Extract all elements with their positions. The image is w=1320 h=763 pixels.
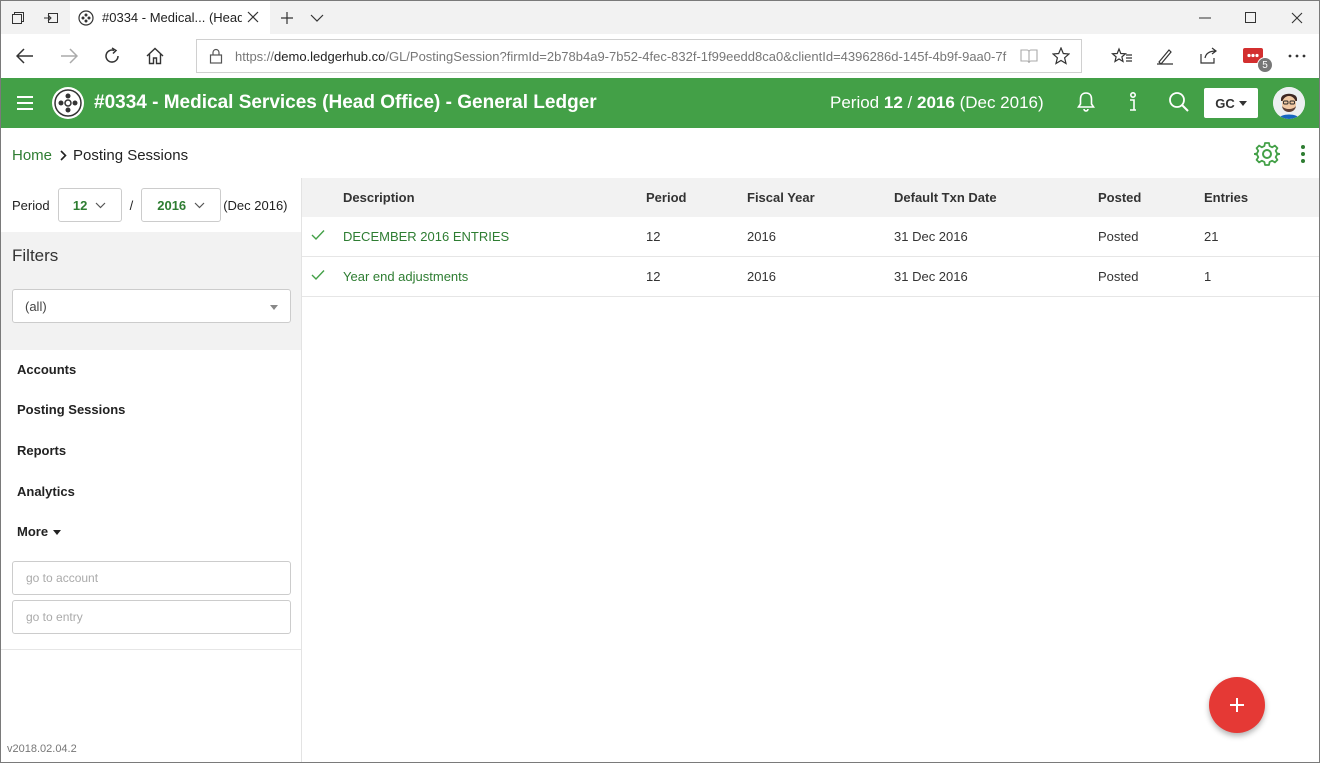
hamburger-menu-icon[interactable] bbox=[15, 92, 35, 114]
table-row[interactable]: DECEMBER 2016 ENTRIES 12 2016 31 Dec 201… bbox=[302, 217, 1319, 257]
minimize-icon[interactable] bbox=[1182, 1, 1228, 34]
web-note-pen-icon[interactable] bbox=[1145, 34, 1185, 78]
address-bar[interactable]: https://demo.ledgerhub.co/GL/PostingSess… bbox=[196, 39, 1082, 73]
table-row[interactable]: Year end adjustments 12 2016 31 Dec 2016… bbox=[302, 257, 1319, 297]
gear-icon[interactable] bbox=[1254, 141, 1280, 167]
title-bar: #0334 - Medical... (Head bbox=[1, 1, 1319, 34]
browser-window: #0334 - Medical... (Head https://demo.le… bbox=[0, 0, 1320, 763]
site-favicon-icon bbox=[78, 9, 94, 26]
favorites-hub-icon[interactable] bbox=[1102, 34, 1142, 78]
sidebar-item-analytics[interactable]: Analytics bbox=[17, 484, 75, 499]
kebab-menu-icon[interactable] bbox=[1299, 144, 1307, 164]
tab-title: #0334 - Medical... (Head bbox=[102, 10, 242, 25]
chevron-right-icon bbox=[60, 150, 67, 161]
address-toolbar: https://demo.ledgerhub.co/GL/PostingSess… bbox=[1, 34, 1319, 78]
new-tab-icon[interactable] bbox=[273, 1, 301, 34]
caret-down-icon bbox=[270, 305, 278, 310]
maximize-icon[interactable] bbox=[1228, 1, 1274, 34]
chevron-down-icon bbox=[95, 202, 106, 208]
sidebar-item-more[interactable]: More bbox=[17, 524, 62, 539]
plus-icon bbox=[1230, 698, 1244, 712]
refresh-icon[interactable] bbox=[92, 34, 132, 78]
more-menu-icon[interactable] bbox=[1277, 34, 1317, 78]
session-description-link[interactable]: Year end adjustments bbox=[343, 269, 468, 284]
current-period: Period 12 / 2016 (Dec 2016) bbox=[830, 93, 1044, 112]
app-header: #0334 - Medical Services (Head Office) -… bbox=[1, 78, 1319, 128]
info-icon[interactable] bbox=[1125, 91, 1141, 113]
caret-down-icon bbox=[1238, 100, 1247, 106]
period-separator: / bbox=[129, 197, 134, 213]
cell-posted: Posted bbox=[1098, 269, 1139, 284]
cell-entries: 21 bbox=[1204, 229, 1219, 244]
home-icon[interactable] bbox=[135, 34, 175, 78]
period-label: Period bbox=[12, 197, 50, 213]
extension-badge: 5 bbox=[1257, 57, 1273, 73]
share-icon[interactable] bbox=[1189, 34, 1229, 78]
year-select[interactable]: 2016 bbox=[141, 188, 222, 222]
divider bbox=[1, 649, 301, 650]
column-header-default-txn-date[interactable]: Default Txn Date bbox=[894, 190, 997, 205]
back-icon[interactable] bbox=[5, 34, 45, 78]
url-text: https://demo.ledgerhub.co/GL/PostingSess… bbox=[235, 49, 1007, 64]
period-select[interactable]: 12 bbox=[57, 188, 122, 222]
cell-fiscal-year: 2016 bbox=[747, 269, 776, 284]
close-window-icon[interactable] bbox=[1274, 1, 1319, 34]
page-title: #0334 - Medical Services (Head Office) -… bbox=[94, 92, 597, 113]
filter-select[interactable]: (all) bbox=[12, 289, 291, 323]
tab-close-icon[interactable] bbox=[246, 10, 260, 24]
browser-tab[interactable]: #0334 - Medical... (Head bbox=[70, 1, 270, 34]
posting-sessions-table: Description Period Fiscal Year Default T… bbox=[302, 178, 1319, 297]
caret-down-icon bbox=[53, 530, 62, 536]
cell-default-txn-date: 31 Dec 2016 bbox=[894, 269, 968, 284]
search-icon[interactable] bbox=[1168, 91, 1190, 113]
avatar[interactable] bbox=[1273, 87, 1305, 119]
sidebar: Period 12 / 2016 (Dec 2016) Filters (all… bbox=[1, 178, 302, 762]
go-to-account-input[interactable] bbox=[12, 561, 291, 595]
column-header-fiscal-year[interactable]: Fiscal Year bbox=[747, 190, 815, 205]
app-logo[interactable] bbox=[52, 87, 84, 119]
cell-period: 12 bbox=[646, 269, 661, 284]
breadcrumb-current: Posting Sessions bbox=[73, 147, 189, 164]
favorite-star-icon[interactable] bbox=[1052, 47, 1070, 65]
breadcrumb-home-link[interactable]: Home bbox=[12, 147, 52, 164]
cell-default-txn-date: 31 Dec 2016 bbox=[894, 229, 968, 244]
cell-posted: Posted bbox=[1098, 229, 1139, 244]
table-header: Description Period Fiscal Year Default T… bbox=[302, 178, 1319, 217]
period-description: (Dec 2016) bbox=[223, 197, 288, 213]
reading-view-icon[interactable] bbox=[1020, 48, 1038, 64]
check-icon bbox=[311, 270, 325, 281]
cell-entries: 1 bbox=[1204, 269, 1212, 284]
go-to-entry-input[interactable] bbox=[12, 600, 291, 634]
forward-icon[interactable] bbox=[49, 34, 89, 78]
chevron-down-icon bbox=[194, 202, 205, 208]
column-header-description[interactable]: Description bbox=[343, 190, 415, 205]
session-description-link[interactable]: DECEMBER 2016 ENTRIES bbox=[343, 229, 509, 244]
user-menu-button[interactable]: GC bbox=[1204, 88, 1258, 118]
column-header-period[interactable]: Period bbox=[646, 190, 686, 205]
sidebar-item-reports[interactable]: Reports bbox=[17, 443, 66, 458]
set-tabs-aside-icon[interactable] bbox=[34, 1, 67, 34]
period-selector: Period 12 / 2016 (Dec 2016) bbox=[12, 188, 288, 222]
sidebar-item-accounts[interactable]: Accounts bbox=[17, 362, 76, 377]
filters-panel: (all) bbox=[1, 278, 301, 350]
column-header-posted[interactable]: Posted bbox=[1098, 190, 1141, 205]
cell-period: 12 bbox=[646, 229, 661, 244]
version-label: v2018.02.04.2 bbox=[7, 743, 77, 755]
filters-heading: Filters bbox=[1, 232, 301, 278]
check-icon bbox=[311, 230, 325, 241]
tab-actions-icon[interactable] bbox=[1, 1, 34, 34]
breadcrumb: Home Posting Sessions bbox=[12, 147, 188, 164]
column-header-entries[interactable]: Entries bbox=[1204, 190, 1248, 205]
bell-icon[interactable] bbox=[1076, 91, 1096, 113]
tab-preview-chevron-icon[interactable] bbox=[303, 1, 331, 34]
sidebar-item-posting-sessions[interactable]: Posting Sessions bbox=[17, 402, 125, 417]
add-session-button[interactable] bbox=[1209, 677, 1265, 733]
lock-icon bbox=[209, 48, 223, 64]
cell-fiscal-year: 2016 bbox=[747, 229, 776, 244]
